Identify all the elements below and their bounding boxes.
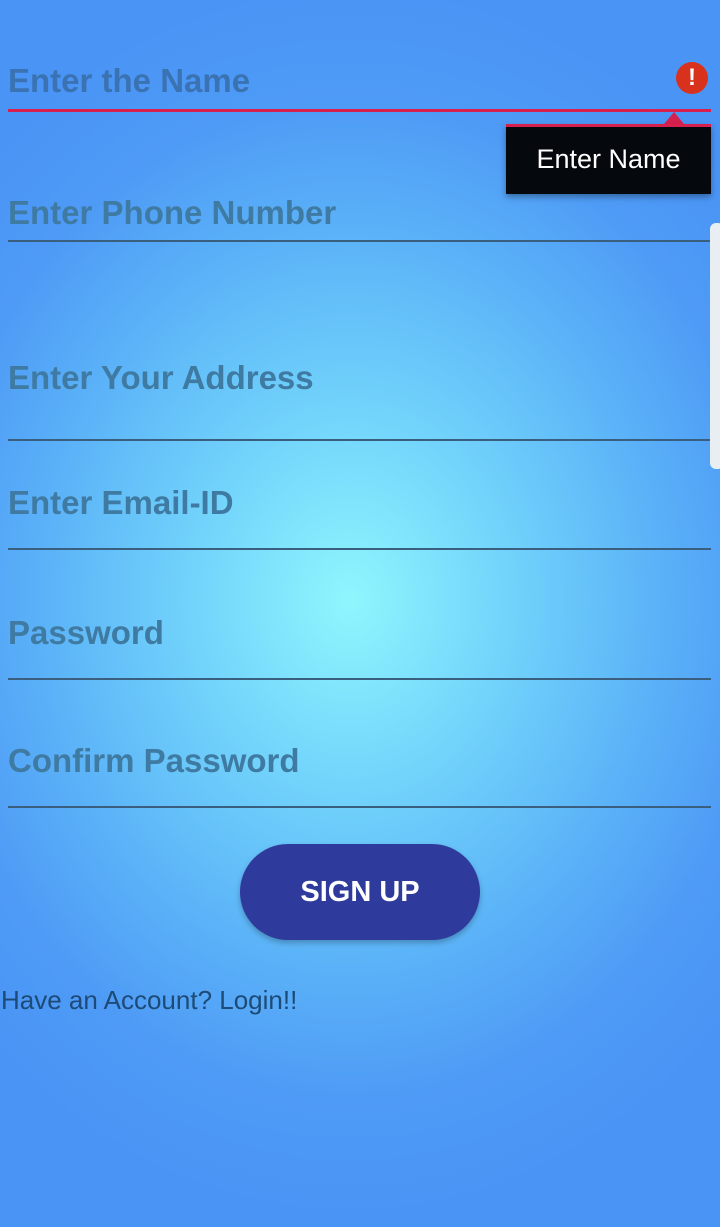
error-popup-arrow [664,112,684,124]
phone-field[interactable]: Enter Phone Number [8,182,711,242]
phone-field-hint: Enter Phone Number [8,194,337,231]
login-link[interactable]: Have an Account? Login!! [1,985,297,1016]
error-icon: ! [676,62,708,94]
password-field[interactable]: Password [8,600,711,680]
scrollbar-thumb[interactable] [710,223,720,469]
email-field-hint: Enter Email-ID [8,484,234,521]
email-field[interactable]: Enter Email-ID [8,470,711,550]
confirm-password-field-hint: Confirm Password [8,742,300,779]
address-field-hint: Enter Your Address [8,359,314,396]
sign-up-button[interactable]: SIGN UP [240,844,480,940]
name-field-hint: Enter the Name [8,62,251,99]
name-field[interactable]: Enter the Name [8,50,711,112]
confirm-password-field[interactable]: Confirm Password [8,728,711,808]
password-field-hint: Password [8,614,164,651]
address-field[interactable]: Enter Your Address [8,345,711,441]
